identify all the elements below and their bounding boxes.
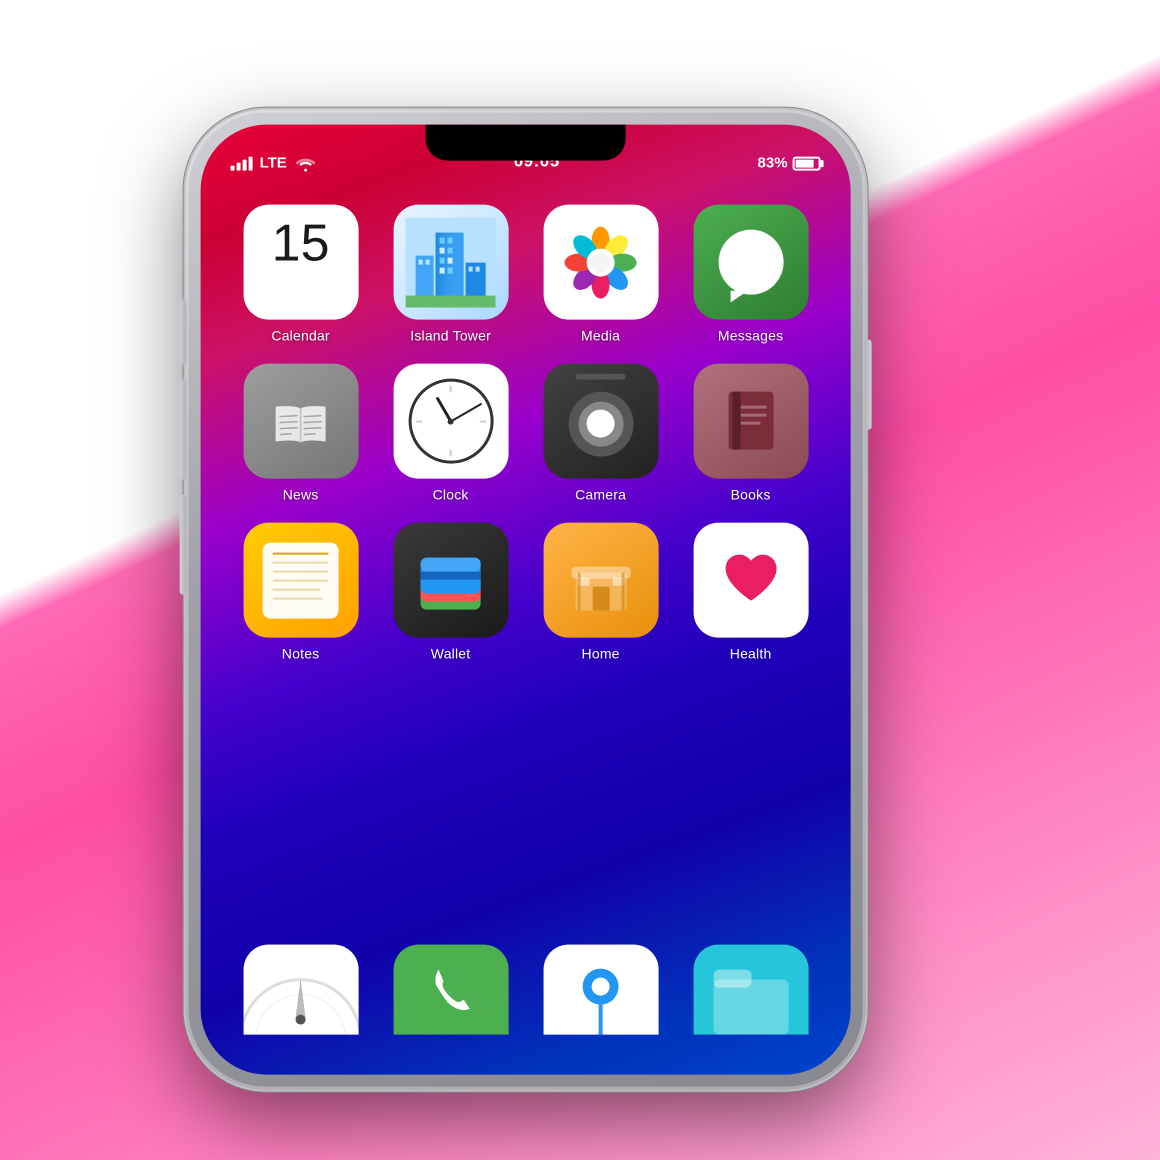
home-icon: [543, 523, 658, 638]
phone-partial-svg: [393, 945, 508, 1035]
notes-line-4: [273, 589, 321, 591]
notes-line-3: [273, 580, 329, 582]
power-button[interactable]: [865, 340, 872, 430]
app-item-maps-partial[interactable]: [531, 945, 671, 1035]
news-icon: [243, 364, 358, 479]
signal-bars-icon: [231, 156, 253, 170]
wallet-svg: [411, 545, 491, 615]
messages-icon: [693, 205, 808, 320]
files-partial-svg: [693, 945, 808, 1035]
calendar-icon: 15: [243, 205, 358, 320]
app-item-media[interactable]: Media: [531, 205, 671, 344]
camera-lens-core: [587, 410, 615, 438]
clock-icon: [393, 364, 508, 479]
app-item-phone-partial[interactable]: [381, 945, 521, 1035]
camera-lens-inner: [578, 401, 623, 446]
app-item-island-tower[interactable]: Island Tower: [381, 205, 521, 344]
books-label: Books: [731, 487, 771, 503]
app-item-wallet[interactable]: Wallet: [381, 523, 521, 662]
files-icon-partial: [693, 945, 808, 1035]
camera-label: Camera: [575, 487, 626, 503]
maps-partial-svg: [543, 945, 658, 1035]
app-item-health[interactable]: Health: [681, 523, 821, 662]
camera-body: [543, 386, 658, 456]
app-item-files-partial[interactable]: [681, 945, 821, 1035]
books-icon: [693, 364, 808, 479]
phone-frame: LTE 09:05 83%: [186, 110, 866, 1090]
maps-icon-partial: [543, 945, 658, 1035]
status-right: 83%: [758, 155, 821, 172]
media-icon: [543, 205, 658, 320]
status-left: LTE: [231, 155, 316, 172]
compass-partial-svg: [243, 945, 358, 1035]
camera-icon: [543, 364, 658, 479]
media-label: Media: [581, 328, 620, 344]
media-flower-svg: [561, 222, 641, 302]
bottom-row: [201, 945, 851, 1075]
home-label: Home: [582, 646, 620, 662]
calendar-date: 15: [272, 218, 330, 270]
notes-rule-top: [273, 552, 329, 555]
wallet-label: Wallet: [431, 646, 471, 662]
app-item-clock[interactable]: Clock: [381, 364, 521, 503]
lte-label: LTE: [260, 155, 287, 172]
volume-up-button[interactable]: [180, 380, 187, 480]
messages-label: Messages: [718, 328, 783, 344]
home-svg: [563, 543, 638, 618]
app-item-home[interactable]: Home: [531, 523, 671, 662]
wifi-icon: [296, 155, 316, 171]
health-svg: [713, 543, 788, 618]
battery-percent-label: 83%: [758, 155, 788, 172]
notes-paper: [263, 542, 339, 618]
compass-icon-partial: [243, 945, 358, 1035]
clock-label: Clock: [433, 487, 469, 503]
health-icon: [693, 523, 808, 638]
notes-line-2: [273, 571, 329, 573]
phone-wrapper: LTE 09:05 83%: [186, 110, 866, 1090]
camera-lens-outer: [568, 391, 633, 456]
battery-fill: [796, 159, 814, 167]
app-item-books[interactable]: Books: [681, 364, 821, 503]
notes-line-5: [273, 598, 323, 600]
health-label: Health: [730, 646, 772, 662]
phone-screen: LTE 09:05 83%: [201, 125, 851, 1075]
app-item-news[interactable]: News: [231, 364, 371, 503]
app-item-calendar[interactable]: 15 Calendar: [231, 205, 371, 344]
mute-button[interactable]: [180, 300, 187, 365]
notch: [426, 125, 626, 161]
clock-center-dot: [448, 418, 454, 424]
messages-bubble: [718, 230, 783, 295]
camera-top-bar: [576, 374, 626, 380]
clock-minute-hand: [450, 402, 482, 422]
phone-icon-partial: [393, 945, 508, 1035]
island-tower-label: Island Tower: [410, 328, 491, 344]
island-tower-svg: [406, 217, 496, 307]
app-item-camera[interactable]: Camera: [531, 364, 671, 503]
calendar-label: Calendar: [271, 328, 329, 344]
notes-line-1: [273, 562, 329, 564]
wallet-icon: [393, 523, 508, 638]
app-grid: 15 Calendar: [201, 185, 851, 682]
notes-body: [243, 523, 358, 638]
battery-icon: [793, 156, 821, 170]
app-item-messages[interactable]: Messages: [681, 205, 821, 344]
app-item-notes[interactable]: Notes: [231, 523, 371, 662]
notes-icon: [243, 523, 358, 638]
books-svg: [718, 384, 783, 459]
notes-label: Notes: [282, 646, 320, 662]
volume-down-button[interactable]: [180, 495, 187, 595]
clock-face: [408, 379, 493, 464]
news-label: News: [283, 487, 319, 503]
news-svg: [266, 386, 336, 456]
island-tower-icon: [393, 205, 508, 320]
app-item-compass-partial[interactable]: [231, 945, 371, 1035]
